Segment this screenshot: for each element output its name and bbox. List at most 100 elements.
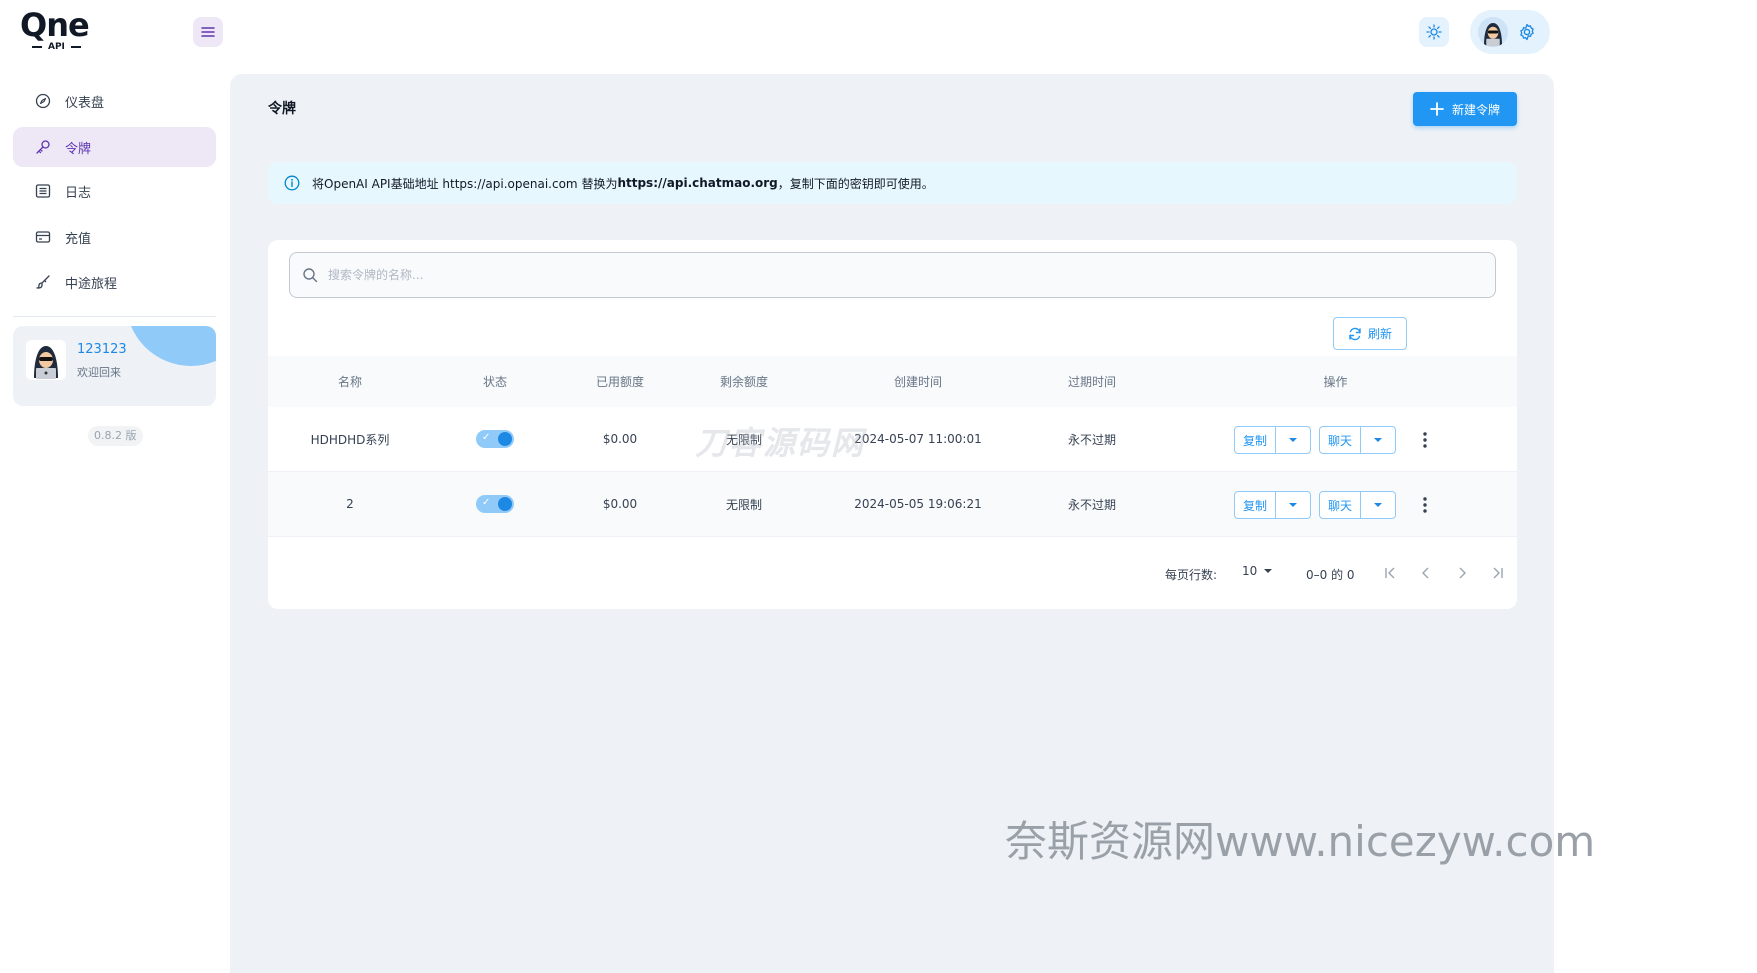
info-icon — [284, 175, 300, 191]
sidebar-item-topup[interactable]: 充值 — [13, 217, 216, 257]
last-page-button[interactable] — [1487, 562, 1509, 584]
check-icon: ✓ — [482, 497, 491, 508]
chat-button-group: 聊天 — [1319, 491, 1396, 519]
first-page-icon — [1385, 567, 1395, 579]
sidebar-item-label: 充值 — [65, 231, 92, 247]
pagination: 每页行数: 10 0–0 的 0 — [268, 558, 1517, 588]
used-quota: $0.00 — [602, 497, 638, 511]
search-input[interactable] — [328, 268, 1428, 282]
page-title: 令牌 — [268, 101, 296, 117]
pagination-range: 0–0 的 0 — [1306, 568, 1355, 582]
status-cell: ✓ — [435, 472, 555, 536]
copy-button-group: 复制 — [1234, 491, 1311, 519]
copy-dropdown-button[interactable] — [1276, 492, 1310, 518]
copy-button[interactable]: 复制 — [1235, 427, 1276, 453]
sidebar-divider — [13, 316, 216, 317]
header-name[interactable]: 名称 — [290, 356, 410, 407]
logo-text: Qne — [20, 6, 90, 44]
more-actions-button[interactable] — [1418, 426, 1432, 454]
rows-per-page-label: 每页行数: — [1165, 568, 1218, 582]
menu-toggle-button[interactable] — [193, 17, 223, 47]
more-actions-button[interactable] — [1418, 491, 1432, 519]
refresh-icon — [1349, 327, 1361, 340]
token-name: HDHDHD系列 — [310, 432, 390, 447]
more-vertical-icon — [1423, 432, 1427, 448]
expire-time: 永不过期 — [1067, 432, 1116, 447]
header-expire[interactable]: 过期时间 — [1032, 356, 1152, 407]
sidebar: 仪表盘 令牌 日志 充值 中途旅程 123123 欢迎回来 0.8.2 版 — [0, 74, 230, 973]
search-icon — [303, 268, 318, 283]
copy-button-group: 复制 — [1234, 426, 1311, 454]
caret-down-icon — [1264, 569, 1273, 573]
gear-icon — [1520, 23, 1534, 41]
created-time: 2024-05-07 11:00:01 — [854, 432, 982, 446]
theme-toggle-button[interactable] — [1419, 17, 1449, 47]
sun-icon — [1426, 24, 1442, 40]
rows-per-page-select[interactable]: 10 — [1242, 564, 1273, 578]
chat-dropdown-button[interactable] — [1361, 427, 1395, 453]
log-icon — [34, 182, 52, 200]
refresh-label: 刷新 — [1367, 327, 1392, 341]
search-box — [289, 252, 1496, 298]
info-alert: 将OpenAI API基础地址 https://api.openai.com 替… — [268, 162, 1517, 204]
new-token-button[interactable]: 新建令牌 — [1413, 92, 1517, 126]
profile-menu-button[interactable] — [1470, 10, 1550, 54]
brush-icon — [34, 273, 52, 291]
welcome-text: 欢迎回来 — [77, 366, 121, 379]
row-actions: 复制 聊天 — [1234, 491, 1432, 519]
chevron-left-icon — [1422, 567, 1429, 579]
info-suffix: ，复制下面的密钥即可使用。 — [777, 176, 934, 191]
user-avatar — [26, 340, 66, 380]
main-content: 令牌 新建令牌 将OpenAI API基础地址 https://api.open… — [230, 74, 1554, 973]
avatar — [1478, 17, 1508, 47]
row-actions: 复制 聊天 — [1234, 426, 1432, 454]
key-icon — [34, 138, 52, 156]
first-page-button[interactable] — [1379, 562, 1401, 584]
caret-down-icon — [1374, 503, 1382, 507]
header-status[interactable]: 状态 — [435, 356, 555, 407]
table-header: 名称 状态 已用额度 剩余额度 创建时间 过期时间 操作 — [268, 356, 1517, 407]
remaining-quota: 无限制 — [725, 497, 762, 512]
last-page-icon — [1493, 567, 1503, 579]
dashboard-icon — [34, 92, 52, 110]
used-quota: $0.00 — [602, 432, 638, 446]
info-prefix: 将OpenAI API基础地址 https://api.openai.com 替… — [312, 176, 618, 191]
user-card-decoration — [126, 326, 216, 366]
status-toggle[interactable]: ✓ — [476, 430, 514, 448]
app-logo[interactable]: Qne API — [20, 8, 96, 58]
sidebar-item-label: 令牌 — [65, 141, 92, 157]
sidebar-item-midjourney[interactable]: 中途旅程 — [13, 262, 216, 302]
next-page-button[interactable] — [1451, 562, 1473, 584]
rows-per-page-value: 10 — [1242, 564, 1258, 578]
sidebar-item-tokens[interactable]: 令牌 — [13, 127, 216, 167]
menu-icon — [201, 27, 215, 37]
remaining-quota: 无限制 — [725, 432, 762, 447]
username: 123123 — [77, 342, 127, 357]
copy-dropdown-button[interactable] — [1276, 427, 1310, 453]
sidebar-item-label: 中途旅程 — [65, 276, 118, 292]
table-row: HDHDHD系列 ✓ $0.00 无限制 2024-05-07 11:00:01… — [268, 407, 1517, 472]
tokens-card: 刷新 名称 状态 已用额度 剩余额度 创建时间 过期时间 操作 HDHDHD系列… — [268, 240, 1517, 609]
caret-down-icon — [1289, 503, 1297, 507]
wallet-icon — [34, 228, 52, 246]
chevron-right-icon — [1459, 567, 1466, 579]
chat-button[interactable]: 聊天 — [1320, 427, 1361, 453]
top-header: Qne API — [0, 0, 1757, 74]
refresh-button[interactable]: 刷新 — [1333, 317, 1407, 350]
header-used[interactable]: 已用额度 — [560, 356, 680, 407]
chat-dropdown-button[interactable] — [1361, 492, 1395, 518]
sidebar-item-logs[interactable]: 日志 — [13, 171, 216, 211]
header-remaining[interactable]: 剩余额度 — [684, 356, 804, 407]
status-toggle[interactable]: ✓ — [476, 495, 514, 513]
copy-button[interactable]: 复制 — [1235, 492, 1276, 518]
table-row: 2 ✓ $0.00 无限制 2024-05-05 19:06:21 永不过期 复… — [268, 472, 1517, 537]
header-created[interactable]: 创建时间 — [828, 356, 1008, 407]
sidebar-item-label: 日志 — [65, 185, 92, 201]
token-name: 2 — [346, 497, 354, 511]
prev-page-button[interactable] — [1415, 562, 1437, 584]
more-vertical-icon — [1423, 497, 1427, 513]
sidebar-item-dashboard[interactable]: 仪表盘 — [13, 81, 216, 121]
chat-button[interactable]: 聊天 — [1320, 492, 1361, 518]
header-ops: 操作 — [1323, 375, 1348, 389]
check-icon: ✓ — [482, 432, 491, 443]
